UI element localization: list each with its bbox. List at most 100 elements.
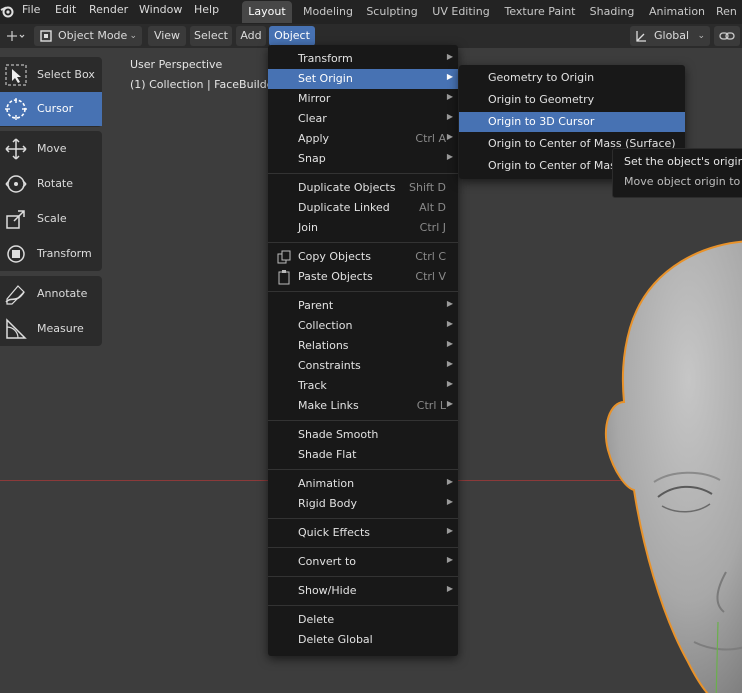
transform-pivot-dropdown[interactable] <box>2 26 28 46</box>
tab-uv-editing[interactable]: UV Editing <box>428 1 494 23</box>
object-menu-button[interactable]: Object <box>269 26 315 46</box>
tool-measure-label: Measure <box>37 322 84 335</box>
arrow-right-icon: ▶ <box>446 497 453 506</box>
menu-item-mirror[interactable]: Mirror ▶ <box>268 89 458 109</box>
tab-shading[interactable]: Shading <box>586 1 638 23</box>
arrow-right-icon: ▶ <box>446 52 453 61</box>
menu-item-apply[interactable]: Apply Ctrl A ▶ <box>268 129 458 149</box>
transform-icon <box>7 245 25 263</box>
menu-item-collection[interactable]: Collection ▶ <box>268 316 458 336</box>
menu-item-shade-smooth[interactable]: Shade Smooth <box>268 425 458 445</box>
menu-item-constraints[interactable]: Constraints ▶ <box>268 356 458 376</box>
object-mode-icon <box>40 30 52 42</box>
tool-rotate-label: Rotate <box>37 177 74 190</box>
toolbar-annotate-group: Annotate Measure <box>0 276 102 346</box>
menu-file[interactable]: File <box>22 3 40 16</box>
submenu-item-geometry-to-origin[interactable]: Geometry to Origin <box>459 68 685 88</box>
orientation-dropdown[interactable]: Global ⌄ <box>630 26 710 46</box>
tool-transform-label: Transform <box>37 247 92 260</box>
menu-item-delete-global[interactable]: Delete Global <box>268 630 458 650</box>
menu-item-show-hide[interactable]: Show/Hide ▶ <box>268 581 458 601</box>
arrow-right-icon: ▶ <box>446 299 453 308</box>
submenu-item-origin-to-geometry[interactable]: Origin to Geometry <box>459 90 685 110</box>
menu-item-delete[interactable]: Delete <box>268 610 458 630</box>
tool-measure[interactable]: Measure <box>0 312 102 346</box>
tool-transform[interactable]: Transform <box>0 237 102 271</box>
menu-item-animation[interactable]: Animation ▶ <box>268 474 458 494</box>
menu-separator <box>268 291 458 292</box>
tab-animation[interactable]: Animation <box>644 1 710 23</box>
menu-edit[interactable]: Edit <box>55 3 76 16</box>
blender-logo-icon[interactable] <box>0 4 14 18</box>
tab-sculpting[interactable]: Sculpting <box>363 1 421 23</box>
menu-separator <box>268 420 458 421</box>
viewport-perspective-label: User Perspective <box>130 58 223 71</box>
menu-item-snap[interactable]: Snap ▶ <box>268 149 458 169</box>
tooltip-line-2: Move object origin to po <box>624 175 742 188</box>
tab-layout[interactable]: Layout <box>242 1 292 23</box>
menu-item-duplicate-objects[interactable]: Duplicate Objects Shift D <box>268 178 458 198</box>
chevron-down-icon: ⌄ <box>697 31 705 41</box>
submenu-item-origin-to-3d-cursor[interactable]: Origin to 3D Cursor <box>459 112 685 132</box>
menu-item-rigid-body[interactable]: Rigid Body ▶ <box>268 494 458 514</box>
tool-scale[interactable]: Scale <box>0 202 102 236</box>
chevron-down-icon: ⌄ <box>129 31 137 41</box>
select-menu[interactable]: Select <box>190 26 232 46</box>
arrow-right-icon: ▶ <box>446 555 453 564</box>
arrow-right-icon: ▶ <box>446 112 453 121</box>
viewport-collection-label: (1) Collection | FaceBuilderH <box>130 78 287 91</box>
menu-item-quick-effects[interactable]: Quick Effects ▶ <box>268 523 458 543</box>
object-menu: Transform ▶ Set Origin ▶ Mirror ▶ Clear ▶ Ap… <box>268 45 458 656</box>
pivot-icon <box>7 31 25 41</box>
arrow-right-icon: ▶ <box>446 359 453 368</box>
menu-item-shade-flat[interactable]: Shade Flat <box>268 445 458 465</box>
tool-rotate[interactable]: Rotate <box>0 167 102 201</box>
arrow-right-icon: ▶ <box>446 72 453 81</box>
menu-item-duplicate-linked[interactable]: Duplicate Linked Alt D <box>268 198 458 218</box>
head-model[interactable] <box>596 232 742 693</box>
tool-select-box[interactable]: Select Box <box>0 58 102 92</box>
tool-select-box-label: Select Box <box>37 68 95 81</box>
tool-move[interactable]: Move <box>0 132 102 166</box>
menu-item-parent[interactable]: Parent ▶ <box>268 296 458 316</box>
menu-separator <box>268 576 458 577</box>
arrow-right-icon: ▶ <box>446 92 453 101</box>
paste-icon <box>278 270 290 285</box>
menu-item-clear[interactable]: Clear ▶ <box>268 109 458 129</box>
menu-separator <box>268 518 458 519</box>
menu-item-relations[interactable]: Relations ▶ <box>268 336 458 356</box>
snap-toggle[interactable] <box>714 26 740 46</box>
menu-item-join[interactable]: Join Ctrl J <box>268 218 458 238</box>
arrow-right-icon: ▶ <box>446 132 453 141</box>
menu-render[interactable]: Render <box>89 3 128 16</box>
tool-scale-label: Scale <box>37 212 67 225</box>
menu-window[interactable]: Window <box>139 3 182 16</box>
tab-rendering[interactable]: Ren <box>716 1 742 23</box>
tool-cursor[interactable]: Cursor <box>0 92 102 126</box>
menu-separator <box>268 547 458 548</box>
add-menu[interactable]: Add <box>236 26 266 46</box>
view-menu[interactable]: View <box>148 26 186 46</box>
menu-separator <box>268 469 458 470</box>
menu-separator <box>268 242 458 243</box>
tool-annotate[interactable]: Annotate <box>0 277 102 311</box>
toolbar-select-group: Select Box Cursor <box>0 57 102 127</box>
menu-item-make-links[interactable]: Make Links Ctrl L ▶ <box>268 396 458 416</box>
menu-item-paste-objects[interactable]: Paste Objects Ctrl V <box>268 267 458 287</box>
menu-help[interactable]: Help <box>194 3 219 16</box>
menu-item-set-origin[interactable]: Set Origin ▶ <box>268 69 458 89</box>
menu-item-copy-objects[interactable]: Copy Objects Ctrl C <box>268 247 458 267</box>
annotate-icon <box>5 285 25 305</box>
menu-item-transform[interactable]: Transform ▶ <box>268 49 458 69</box>
tab-texture-paint[interactable]: Texture Paint <box>500 1 580 23</box>
menu-item-track[interactable]: Track ▶ <box>268 376 458 396</box>
link-icon <box>719 32 735 40</box>
move-icon <box>5 138 27 160</box>
menu-item-convert-to[interactable]: Convert to ▶ <box>268 552 458 572</box>
rotate-icon <box>5 175 27 193</box>
arrow-right-icon: ▶ <box>446 477 453 486</box>
arrow-right-icon: ▶ <box>446 584 453 593</box>
tab-modeling[interactable]: Modeling <box>298 1 358 23</box>
mode-dropdown[interactable]: Object Mode ⌄ <box>34 26 142 46</box>
menu-separator <box>268 173 458 174</box>
